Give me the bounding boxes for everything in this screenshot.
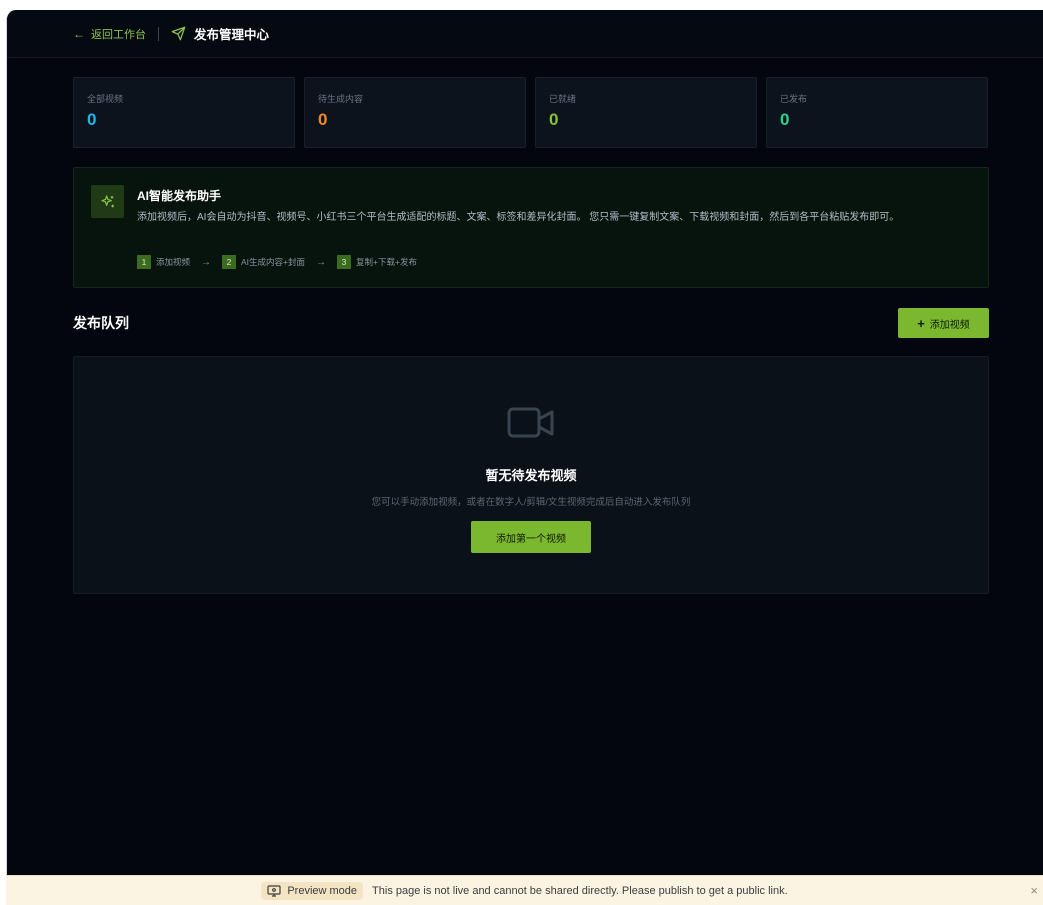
plus-icon: +	[917, 315, 925, 331]
close-icon[interactable]: ×	[1030, 883, 1038, 898]
step-number: 3	[337, 255, 352, 269]
top-bar: ← 返回工作台 发布管理中心	[7, 10, 1043, 58]
step-label: AI生成内容+封面	[241, 257, 306, 267]
assistant-description: 添加视频后，AI会自动为抖音、视频号、小红书三个平台生成适配的标题、文案、标签和…	[137, 212, 900, 223]
stat-card-pending: 待生成内容 0	[304, 77, 526, 148]
stat-value: 0	[318, 110, 328, 129]
video-camera-icon	[507, 407, 554, 438]
stat-card-published: 已发布 0	[766, 77, 988, 148]
add-first-video-button[interactable]: 添加第一个视频	[471, 521, 591, 553]
stat-label: 已就绪	[549, 94, 577, 104]
workflow-steps: 1 添加视频 → 2 AI生成内容+封面 → 3 复制+下载+发布	[137, 255, 417, 269]
stat-card-all: 全部视频 0	[73, 77, 295, 148]
preview-mode-banner: Preview mode This page is not live and c…	[6, 875, 1043, 905]
stat-card-ready: 已就绪 0	[535, 77, 757, 148]
back-label: 返回工作台	[91, 28, 146, 41]
queue-title: 发布队列	[73, 315, 129, 331]
step-number: 1	[137, 255, 151, 269]
step-label: 添加视频	[156, 257, 191, 267]
preview-mode-chip: Preview mode	[261, 881, 364, 900]
assistant-title: AI智能发布助手	[137, 189, 222, 203]
page-title-group: 发布管理中心	[171, 24, 269, 43]
app-frame: ← 返回工作台 发布管理中心 全部视频 0 待生成内容 0 已就绪 0 已发布 …	[6, 10, 1043, 905]
add-video-button[interactable]: + 添加视频	[898, 308, 989, 338]
sparkle-icon	[91, 185, 124, 218]
stat-label: 待生成内容	[318, 94, 364, 104]
step-item: 1 添加视频	[137, 255, 190, 269]
back-to-workbench-link[interactable]: ← 返回工作台	[73, 26, 146, 42]
divider	[158, 26, 159, 41]
send-icon	[171, 26, 186, 41]
empty-description: 您可以手动添加视频，或者在数字人/剪辑/文生视频完成后自动进入发布队列	[371, 497, 691, 508]
stat-label: 全部视频	[87, 94, 124, 104]
monitor-icon	[267, 884, 281, 897]
step-number: 2	[222, 255, 237, 269]
stat-value: 0	[87, 110, 97, 129]
stats-row: 全部视频 0 待生成内容 0 已就绪 0 已发布 0	[73, 77, 988, 148]
preview-mode-label: Preview mode	[287, 884, 358, 897]
arrow-right-icon: →	[316, 256, 327, 268]
add-video-label: 添加视频	[929, 319, 970, 331]
stat-value: 0	[549, 110, 559, 129]
stat-label: 已发布	[780, 94, 808, 104]
empty-title: 暂无待发布视频	[485, 468, 577, 483]
arrow-left-icon: ←	[73, 26, 85, 41]
step-item: 2 AI生成内容+封面	[222, 255, 305, 269]
arrow-right-icon: →	[201, 256, 212, 268]
ai-assistant-panel: AI智能发布助手 添加视频后，AI会自动为抖音、视频号、小红书三个平台生成适配的…	[73, 167, 989, 288]
empty-queue-panel: 暂无待发布视频 您可以手动添加视频，或者在数字人/剪辑/文生视频完成后自动进入发…	[73, 356, 989, 594]
step-label: 复制+下载+发布	[356, 257, 417, 267]
preview-message: This page is not live and cannot be shar…	[372, 884, 788, 897]
page-title: 发布管理中心	[194, 28, 270, 42]
stat-value: 0	[780, 110, 790, 129]
step-item: 3 复制+下载+发布	[337, 255, 417, 269]
